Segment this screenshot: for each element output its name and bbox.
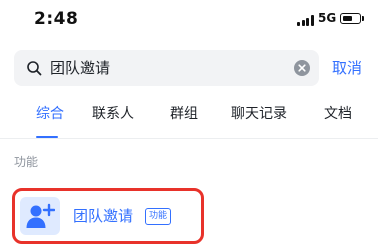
result-badge: 功能: [145, 208, 172, 225]
tab-divider: [0, 138, 378, 139]
network-type: 5G: [318, 11, 337, 25]
tab-docs[interactable]: 文档: [324, 104, 352, 124]
screen: 2:48 5G 团队邀请 取消 综合 联系人 群组 聊天记录 文档 功能 团队邀…: [0, 0, 378, 249]
result-label: 团队邀请: [73, 207, 134, 225]
tab-general[interactable]: 综合: [36, 104, 64, 124]
search-box[interactable]: 团队邀请: [14, 50, 319, 86]
battery-level: [342, 15, 352, 21]
clear-icon[interactable]: [294, 60, 310, 76]
add-user-icon: [20, 197, 60, 235]
tab-groups[interactable]: 群组: [170, 104, 198, 124]
tab-chat-history[interactable]: 聊天记录: [231, 104, 287, 124]
tab-contacts[interactable]: 联系人: [92, 104, 134, 124]
search-tabs: 综合 联系人 群组 聊天记录 文档: [0, 104, 378, 138]
search-icon: [27, 61, 42, 76]
signal-icon: [297, 15, 314, 26]
cancel-button[interactable]: 取消: [332, 57, 362, 79]
battery-icon: [340, 13, 361, 24]
status-time: 2:48: [34, 9, 79, 29]
search-input[interactable]: 团队邀请: [50, 50, 290, 86]
section-title: 功能: [14, 155, 39, 169]
result-item-team-invite[interactable]: 团队邀请 功能: [12, 188, 204, 244]
battery-cap: [362, 16, 364, 21]
status-bar: 2:48 5G: [0, 0, 378, 40]
